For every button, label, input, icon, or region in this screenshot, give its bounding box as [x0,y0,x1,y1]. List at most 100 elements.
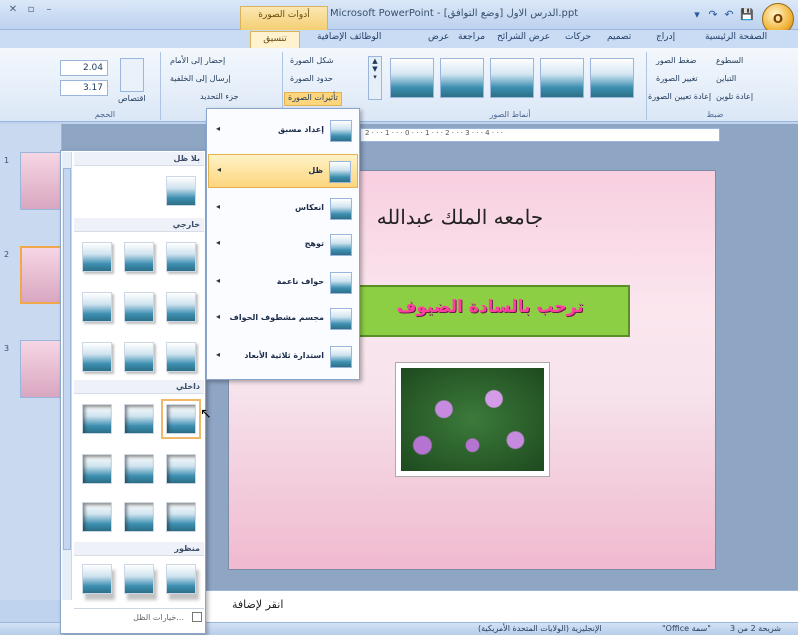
tab-insert[interactable]: إدراج [656,32,675,48]
shadow-option[interactable] [166,342,196,372]
welcome-banner[interactable]: ترحب بالسادة الضيوف [350,285,630,337]
compress-pictures-button[interactable]: ضغط الصور [656,56,696,70]
inner-shadow-option[interactable] [166,454,196,484]
lotus-image [401,368,544,471]
contrast-button[interactable]: التباين [716,74,736,88]
menu-item-shadow[interactable]: ظل ◂ [208,154,358,188]
tab-review[interactable]: مراجعة [458,32,485,48]
brightness-button[interactable]: السطوع [716,56,743,70]
save-icon[interactable]: 💾 [740,8,754,22]
inner-shadow-option[interactable] [124,404,154,434]
slide-number: 3 [4,344,10,353]
menu-item-bevel[interactable]: مجسم مشطوف الحواف ◂ [208,302,358,336]
width-input[interactable]: 3.17 [60,80,108,96]
qat-customize-icon[interactable]: ▾ [690,8,704,22]
tab-home[interactable]: الصفحة الرئيسية [705,32,767,48]
shadow-option[interactable] [82,242,112,272]
tab-slide-show[interactable]: عرض الشرائح [497,32,550,48]
tab-view[interactable]: عرض [428,32,449,48]
gallery-section-perspective: منظور [74,542,204,556]
selection-pane-button[interactable]: جزء التحديد [200,92,239,106]
close-button[interactable]: ✕ [4,4,22,18]
inner-shadow-option[interactable] [166,502,196,532]
bring-to-front-button[interactable]: إحضار إلى الأمام [170,56,225,70]
perspective-shadow-option[interactable] [82,564,112,594]
inner-shadow-option[interactable] [82,502,112,532]
submenu-arrow-icon: ◂ [216,350,221,359]
soft-edges-icon [330,272,352,294]
shadow-none-option[interactable] [166,176,196,206]
reset-picture-button[interactable]: إعادة تعيين الصورة [648,92,711,106]
recolor-button[interactable]: إعادة تلوين [716,92,753,106]
change-picture-button[interactable]: تغيير الصورة [656,74,698,88]
inner-shadow-option[interactable] [82,404,112,434]
picture-style-thumb[interactable] [440,58,484,98]
picture-border-button[interactable]: حدود الصورة [290,74,333,88]
picture-effects-button[interactable]: تأثيرات الصورة [284,92,342,106]
height-input[interactable]: 2.04 [60,60,108,76]
tab-animations[interactable]: حركات [565,32,591,48]
shadow-option[interactable] [82,342,112,372]
notes-placeholder[interactable]: انقر لإضافة [232,598,283,611]
inner-shadow-option[interactable] [161,399,201,439]
gallery-scroll-thumb[interactable] [63,168,71,550]
styles-scroll-button[interactable]: ▲ ▼ ▾ [368,56,382,100]
mouse-pointer-icon: ↖ [200,406,212,422]
menu-item-soft-edges[interactable]: حواف ناعمة ◂ [208,266,358,300]
slide-thumbnail-selected[interactable] [20,246,62,304]
menu-item-preset[interactable]: إعداد مسبق ◂ [208,114,358,148]
picture-style-thumb[interactable] [590,58,634,98]
restore-button[interactable]: ▫ [22,4,40,18]
shadow-icon [329,161,351,183]
picture-styles-label: أنماط الصور [489,110,531,119]
undo-icon[interactable]: ↶ [722,8,736,22]
minimize-button[interactable]: – [40,4,58,18]
shadow-option[interactable] [124,292,154,322]
tab-design[interactable]: تصميم [607,32,631,48]
perspective-shadow-option[interactable] [166,564,196,594]
perspective-shadow-option[interactable] [124,564,154,594]
slide-title[interactable]: جامعه الملك عبدالله [330,205,590,229]
shadow-option[interactable] [82,292,112,322]
shadow-options-link[interactable]: خيارات الظل... [74,608,204,626]
menu-item-label: حواف ناعمة [276,277,324,286]
send-to-back-button[interactable]: إرسال إلى الخلفية [170,74,231,88]
picture-style-thumb[interactable] [540,58,584,98]
submenu-arrow-icon: ◂ [216,124,221,133]
reflection-icon [330,198,352,220]
slide-counter: شريحة 2 من 3 [730,624,781,633]
shadow-option[interactable] [124,242,154,272]
slide-thumbnail[interactable] [20,340,62,398]
tab-format[interactable]: تنسيق [250,31,300,49]
lotus-picture[interactable] [395,362,550,477]
gallery-section-inner: داخلي [74,380,204,394]
inner-shadow-option[interactable] [124,454,154,484]
menu-item-3d-rotation[interactable]: استدارة ثلاثية الأبعاد ◂ [208,340,358,374]
crop-icon[interactable] [120,58,144,92]
shadow-option[interactable] [124,342,154,372]
shadow-option[interactable] [166,292,196,322]
menu-item-reflection[interactable]: انعكاس ◂ [208,192,358,226]
redo-icon[interactable]: ↷ [706,8,720,22]
bevel-icon [330,308,352,330]
menu-item-glow[interactable]: توهج ◂ [208,228,358,262]
crop-label: اقتصاص [118,94,146,103]
submenu-arrow-icon: ◂ [216,238,221,247]
language-indicator[interactable]: الإنجليزية (الولايات المتحدة الأمريكية) [478,624,602,633]
picture-shape-button[interactable]: شكل الصورة [290,56,334,70]
menu-item-label: استدارة ثلاثية الأبعاد [244,351,324,360]
picture-style-thumb[interactable] [390,58,434,98]
submenu-arrow-icon: ◂ [216,202,221,211]
shadow-options-icon [192,612,202,622]
group-divider [160,52,161,120]
inner-shadow-option[interactable] [82,454,112,484]
menu-item-label: ظل [308,166,323,175]
3d-rotation-icon [330,346,352,368]
shadow-option[interactable] [166,242,196,272]
inner-shadow-option[interactable] [124,502,154,532]
picture-style-thumb[interactable] [490,58,534,98]
group-divider [646,52,647,120]
slide-thumbnail[interactable] [20,152,62,210]
tab-add-ins[interactable]: الوظائف الإضافية [317,32,381,48]
theme-name: "Office سمة" [662,624,711,633]
